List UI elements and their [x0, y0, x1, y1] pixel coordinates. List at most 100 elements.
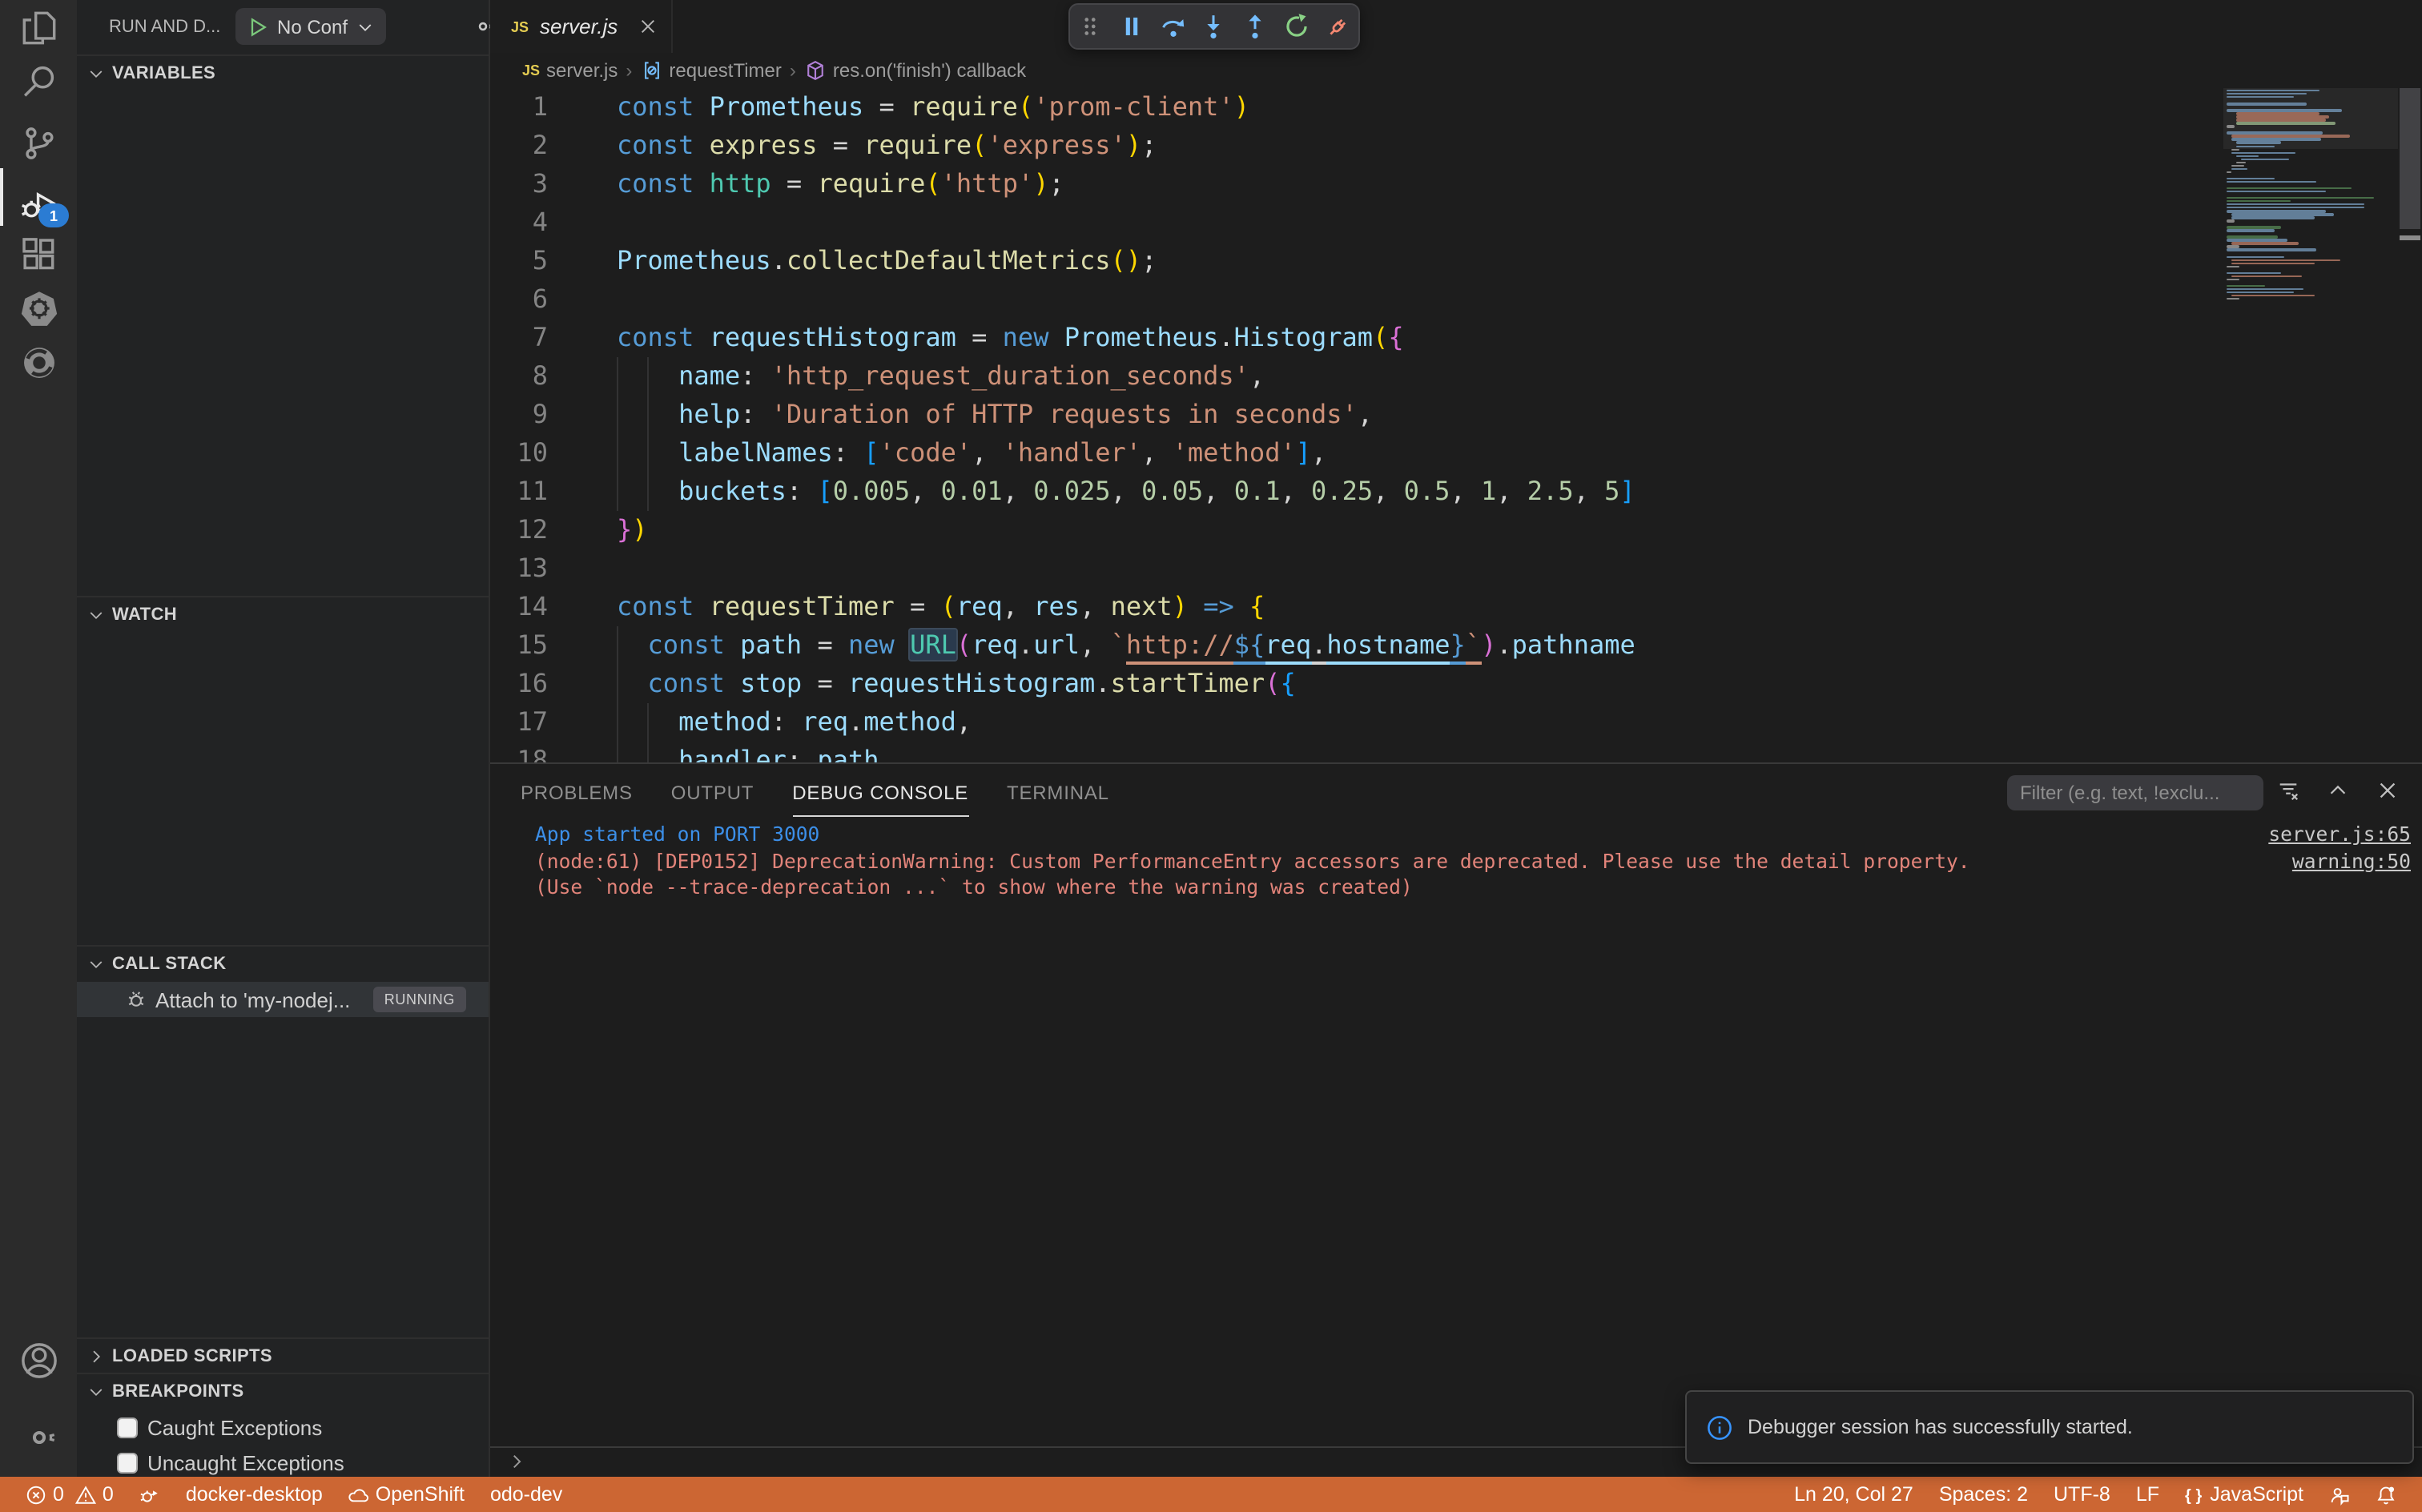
debug-status[interactable]: [127, 1477, 173, 1512]
line-number[interactable]: 5: [490, 242, 548, 280]
activity-extensions-icon[interactable]: [0, 227, 77, 282]
checkbox[interactable]: [117, 1417, 138, 1438]
feedback-icon: [2329, 1484, 2350, 1505]
debug-config-dropdown[interactable]: No Conf: [235, 8, 386, 45]
filter-clear-icon[interactable]: [2276, 778, 2300, 802]
section-header-breakpoints[interactable]: BREAKPOINTS: [77, 1374, 489, 1409]
symbol-method-icon: [640, 59, 662, 82]
activity-search-icon[interactable]: [0, 53, 77, 107]
code-line: 1 const Prometheus = require('prom-client…: [490, 88, 2220, 127]
activity-explorer-icon[interactable]: [0, 0, 77, 54]
line-number[interactable]: 13: [490, 549, 548, 588]
activity-kubernetes-icon[interactable]: [0, 280, 77, 335]
code-editor[interactable]: 1 const Prometheus = require('prom-client…: [490, 88, 2220, 762]
breakpoint-row[interactable]: Caught Exceptions: [77, 1409, 489, 1445]
code-line: 8 name: 'http_request_duration_seconds',: [490, 357, 2220, 396]
activity-account-icon[interactable]: [0, 1333, 77, 1387]
cloud-icon: [348, 1484, 369, 1505]
step-over-icon[interactable]: [1160, 13, 1187, 40]
section-header-call-stack[interactable]: CALL STACK: [77, 947, 489, 982]
minimap-line: [2231, 164, 2244, 167]
start-debug-icon[interactable]: [247, 15, 269, 38]
line-number[interactable]: 6: [490, 280, 548, 319]
maximize-panel-icon[interactable]: [2326, 778, 2350, 802]
notifications-bell[interactable]: [2363, 1477, 2409, 1512]
section-header-watch[interactable]: WATCH: [77, 597, 489, 633]
line-number[interactable]: 1: [490, 88, 548, 127]
line-number[interactable]: 18: [490, 742, 548, 762]
tab-server-js[interactable]: JS server.js: [490, 0, 673, 53]
line-number[interactable]: 4: [490, 203, 548, 242]
overview-ruler-cursor-mark: [2400, 235, 2420, 240]
console-source-link[interactable]: server.js:65: [2268, 822, 2411, 848]
openshift-status[interactable]: OpenShift: [336, 1477, 477, 1512]
minimap-line: [2231, 135, 2350, 138]
activity-bar: 1: [0, 0, 77, 1477]
section-loaded-scripts: LOADED SCRIPTS: [77, 1337, 489, 1373]
line-number[interactable]: 2: [490, 127, 548, 165]
line-number[interactable]: 9: [490, 396, 548, 434]
scrollbar-slider[interactable]: [2400, 88, 2420, 229]
disconnect-icon[interactable]: [1324, 13, 1351, 40]
line-number[interactable]: 17: [490, 703, 548, 742]
minimap-line: [2227, 219, 2235, 223]
minimap-line: [2227, 226, 2281, 229]
breakpoint-row[interactable]: Uncaught Exceptions: [77, 1445, 489, 1480]
indentation[interactable]: Spaces: 2: [1926, 1477, 2041, 1512]
notification-toast[interactable]: Debugger session has successfully starte…: [1685, 1390, 2414, 1464]
section-header-loaded-scripts[interactable]: LOADED SCRIPTS: [77, 1339, 489, 1374]
bug-icon: [125, 988, 147, 1011]
line-number[interactable]: 12: [490, 511, 548, 549]
activity-settings-gear-icon[interactable]: [0, 1409, 77, 1464]
step-into-icon[interactable]: [1201, 13, 1228, 40]
checkbox[interactable]: [117, 1452, 138, 1473]
activity-source-control-icon[interactable]: [0, 115, 77, 170]
grip-icon[interactable]: [1077, 13, 1104, 40]
tab-label: server.js: [540, 14, 618, 38]
feedback[interactable]: [2316, 1477, 2363, 1512]
close-panel-icon[interactable]: [2376, 778, 2400, 802]
line-number[interactable]: 15: [490, 626, 548, 665]
minimap-line: [2227, 284, 2265, 288]
breadcrumb-item[interactable]: res.on('finish') callback: [804, 59, 1026, 82]
line-number[interactable]: 11: [490, 472, 548, 511]
code-text: help: 'Duration of HTTP requests in seco…: [678, 399, 1374, 429]
panel-tab-problems[interactable]: PROBLEMS: [521, 766, 633, 816]
docker-context[interactable]: docker-desktop: [173, 1477, 336, 1512]
debug-toolbar: [1068, 3, 1360, 50]
tab-bar: JS server.js: [490, 0, 2422, 53]
panel-tab-output[interactable]: OUTPUT: [671, 766, 754, 816]
line-number[interactable]: 3: [490, 165, 548, 203]
panel-tab-terminal[interactable]: TERMINAL: [1007, 766, 1109, 816]
restart-icon[interactable]: [1283, 13, 1310, 40]
debug-console-filter-input[interactable]: [2007, 775, 2263, 810]
pause-icon[interactable]: [1118, 13, 1145, 40]
language-mode[interactable]: { } JavaScript: [2172, 1477, 2316, 1512]
code-line: 16 const stop = requestHistogram.startTi…: [490, 665, 2220, 703]
breadcrumb-item[interactable]: requestTimer: [640, 59, 782, 82]
panel-tab-debug-console[interactable]: DEBUG CONSOLE: [792, 766, 969, 816]
section-header-variables[interactable]: VARIABLES: [77, 56, 489, 91]
line-number[interactable]: 14: [490, 588, 548, 626]
activity-openshift-icon[interactable]: [0, 335, 77, 389]
problems-status[interactable]: 0 0: [13, 1477, 127, 1512]
line-number[interactable]: 10: [490, 434, 548, 472]
console-source-link[interactable]: warning:50: [2292, 848, 2411, 875]
minimap-line: [2227, 207, 2364, 209]
line-number[interactable]: 8: [490, 357, 548, 396]
breadcrumb-item[interactable]: JS server.js: [522, 59, 618, 82]
close-icon[interactable]: [637, 16, 658, 37]
bottom-panel: PROBLEMS OUTPUT DEBUG CONSOLE TERMINAL App …: [490, 762, 2422, 1477]
call-stack-session-row[interactable]: Attach to 'my-nodej... RUNNING: [77, 982, 489, 1017]
line-number[interactable]: 16: [490, 665, 548, 703]
line-number[interactable]: 7: [490, 319, 548, 357]
console-output-line: (node:61) [DEP0152] DeprecationWarning: …: [535, 850, 1970, 872]
eol[interactable]: LF: [2123, 1477, 2172, 1512]
code-line: 3 const http = require('http');: [490, 165, 2220, 203]
step-out-icon[interactable]: [1241, 13, 1269, 40]
minimap-line: [2231, 259, 2340, 261]
minimap[interactable]: [2223, 0, 2398, 762]
cursor-position[interactable]: Ln 20, Col 27: [1781, 1477, 1926, 1512]
odo-dev-status[interactable]: odo-dev: [477, 1477, 575, 1512]
encoding[interactable]: UTF-8: [2041, 1477, 2123, 1512]
